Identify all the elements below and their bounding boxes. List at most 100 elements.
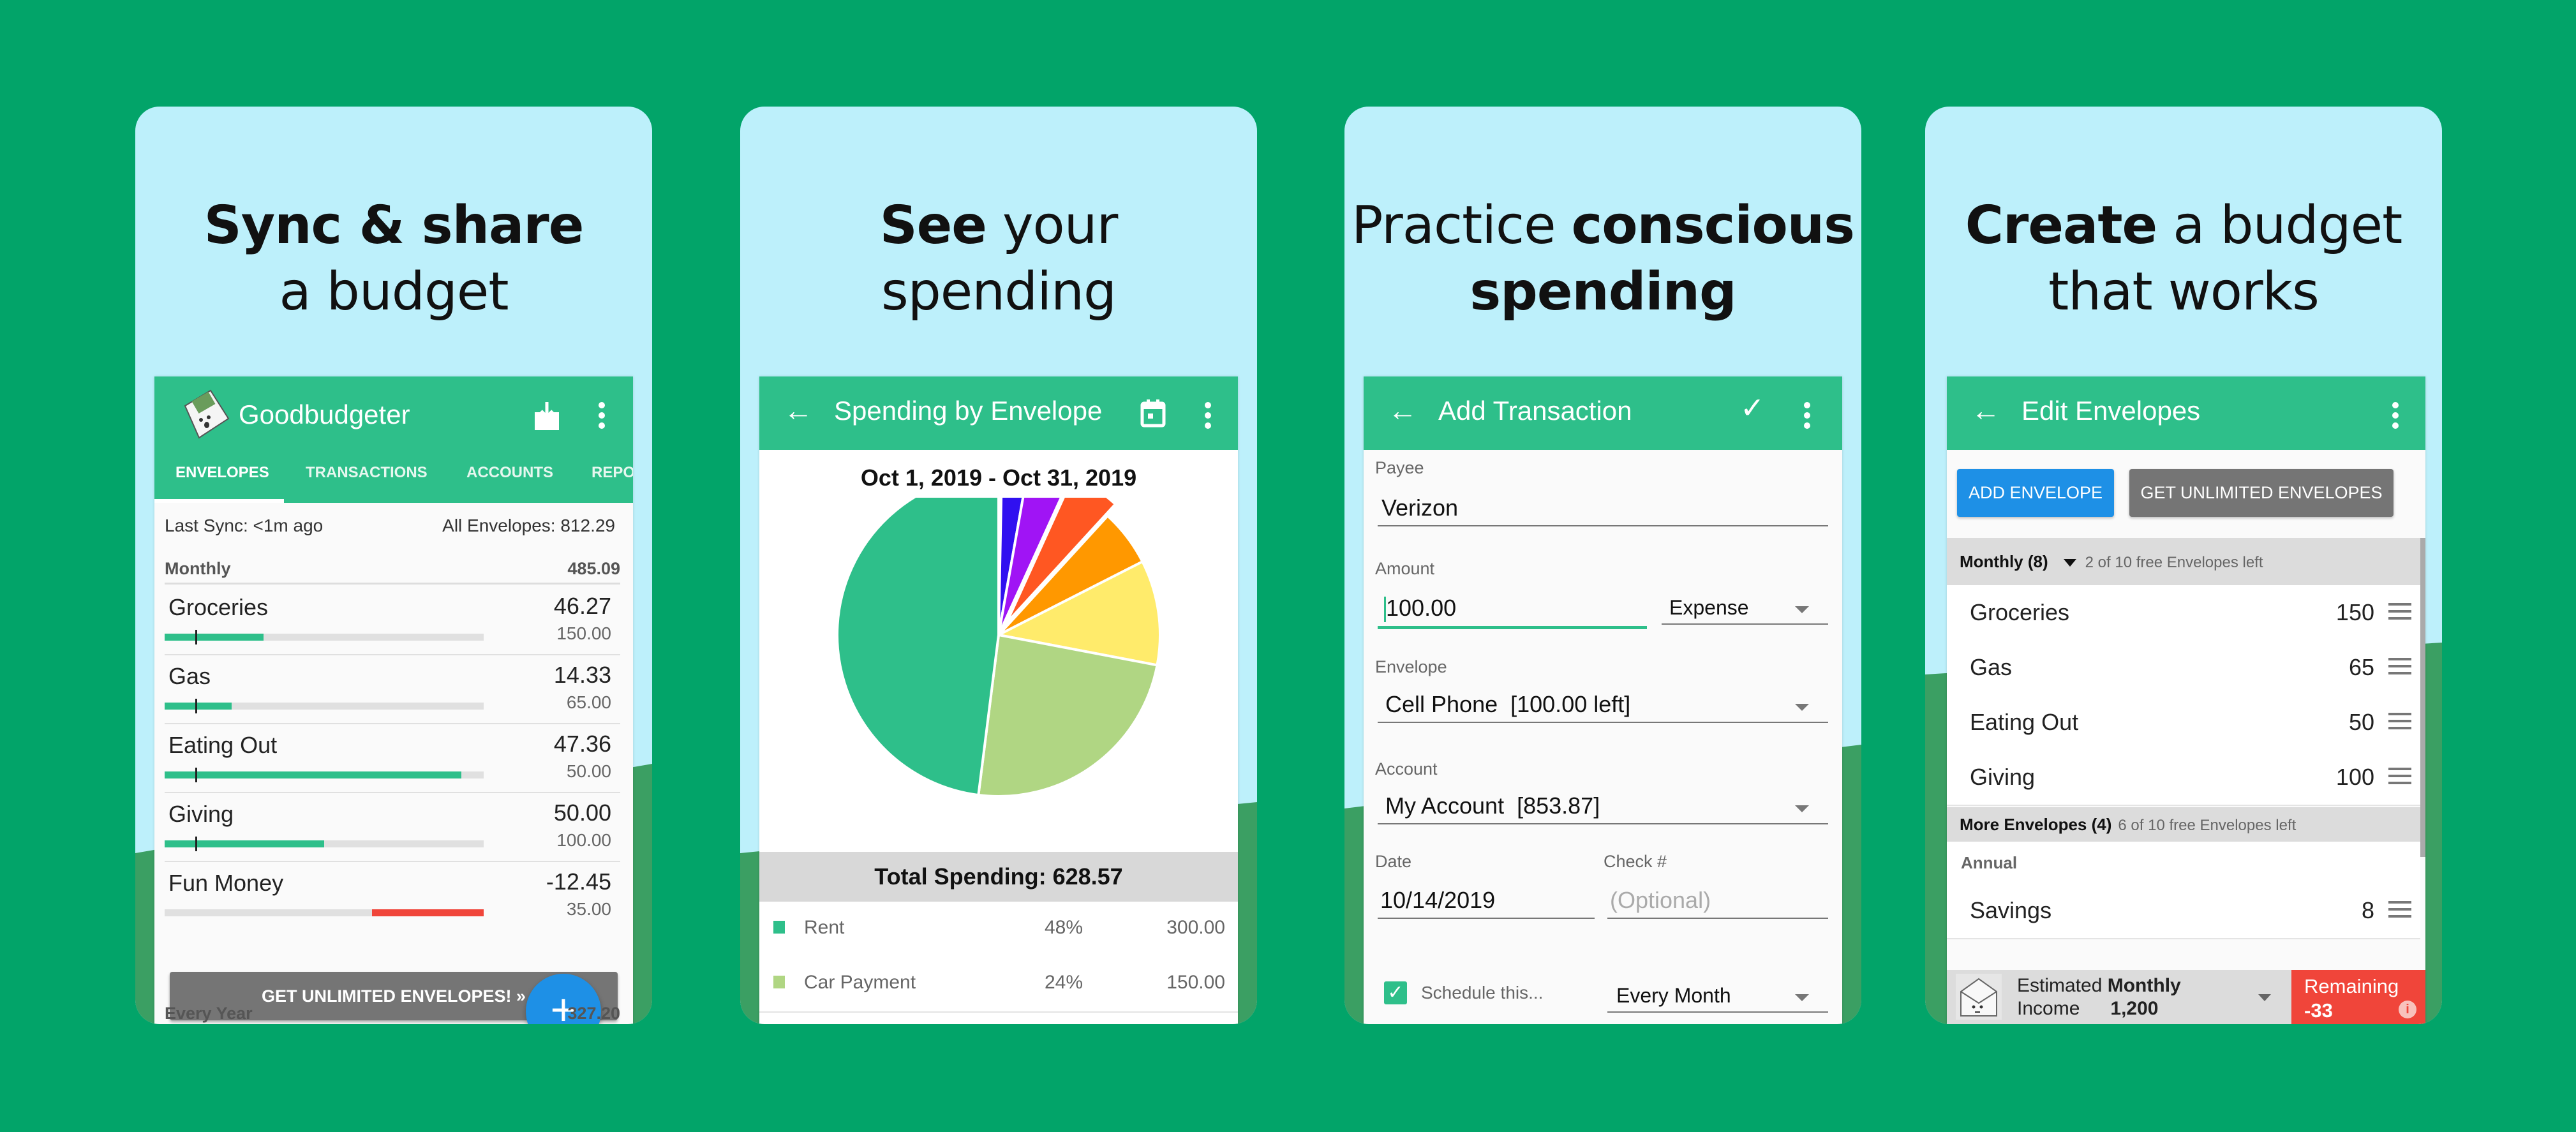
- date-input[interactable]: 10/14/2019: [1378, 887, 1595, 919]
- income-period-dropdown-icon[interactable]: [2258, 994, 2271, 1001]
- envelope-amount[interactable]: 100: [2336, 764, 2374, 791]
- payee-input[interactable]: Verizon: [1378, 495, 1828, 526]
- legend-percent: 48%: [1045, 917, 1083, 938]
- progress-fill: [165, 703, 232, 710]
- envelope-row[interactable]: Giving 50.00 100.00: [165, 792, 620, 862]
- account-select[interactable]: My Account [853.87]: [1378, 793, 1828, 824]
- envelope-amount[interactable]: 8: [2362, 897, 2374, 924]
- screen-title: Spending by Envelope: [834, 396, 1103, 426]
- date-range-label[interactable]: Oct 1, 2019 - Oct 31, 2019: [759, 465, 1238, 491]
- promo-card-sync: Sync & share a budget Goodbudgeter ENVELO…: [135, 107, 652, 1024]
- pie-slice-rent[interactable]: [836, 472, 1000, 797]
- envelope-row[interactable]: Gas 65: [1947, 640, 2420, 696]
- add-envelope-button[interactable]: ADD ENVELOPE: [1957, 469, 2114, 517]
- annual-subgroup: Annual: [1947, 842, 2420, 883]
- envelope-name: Groceries: [168, 594, 269, 620]
- envelope-row[interactable]: Gas 14.33 65.00: [165, 654, 620, 724]
- envelope-name: Gas: [1970, 654, 2013, 680]
- headline-bold: Create: [1965, 195, 2157, 256]
- envelope-progress-bar: [165, 837, 484, 851]
- transaction-type-select[interactable]: Expense: [1662, 596, 1828, 625]
- envelope-mascot-icon: [1956, 974, 2002, 1020]
- progress-fill: [165, 771, 461, 778]
- pie-chart: [836, 472, 1161, 798]
- drag-handle-icon[interactable]: [2388, 658, 2411, 679]
- envelope-amount[interactable]: 50: [2349, 709, 2374, 736]
- tab-transactions[interactable]: TRANSACTIONS: [306, 464, 428, 482]
- back-arrow-icon[interactable]: ←: [1388, 393, 1417, 428]
- period-marker: [195, 768, 197, 782]
- promo-card-transaction: Practice conscious spending ← Add Transac…: [1344, 107, 1861, 1024]
- amount-input[interactable]: 100.00: [1378, 595, 1647, 630]
- envelope-row[interactable]: Eating Out 47.36 50.00: [165, 723, 620, 793]
- more-vert-icon[interactable]: [1804, 402, 1810, 433]
- section-header-more[interactable]: More Envelopes (4) 6 of 10 free Envelopes…: [1947, 807, 2420, 842]
- legend-row[interactable]: Car Payment 24% 150.00: [759, 957, 1238, 1013]
- remaining-badge[interactable]: Remaining -33 i: [2291, 970, 2425, 1024]
- envelope-amount[interactable]: 65: [2349, 654, 2374, 681]
- envelope-name: Eating Out: [1970, 709, 2079, 735]
- envelope-row[interactable]: Groceries 150: [1947, 585, 2420, 641]
- more-vert-icon[interactable]: [599, 402, 605, 433]
- more-vert-icon[interactable]: [1205, 402, 1211, 433]
- envelope-row[interactable]: Giving 100: [1947, 750, 2420, 806]
- get-unlimited-button[interactable]: GET UNLIMITED ENVELOPES: [2129, 469, 2394, 517]
- dropdown-triangle-icon[interactable]: [2063, 559, 2076, 567]
- app-bar: Goodbudgeter: [154, 376, 633, 450]
- envelope-name: Fun Money: [168, 870, 284, 896]
- dropdown-caret-icon: [1795, 805, 1809, 812]
- legend-percent: 24%: [1045, 972, 1083, 993]
- envelope-amount[interactable]: 150: [2336, 599, 2374, 626]
- drag-handle-icon[interactable]: [2388, 901, 2411, 922]
- check-number-input[interactable]: (Optional): [1607, 887, 1828, 919]
- tab-bar: ENVELOPES TRANSACTIONS ACCOUNTS REPO: [154, 450, 633, 503]
- repeat-select[interactable]: Every Month: [1607, 984, 1828, 1013]
- active-tab-indicator: [154, 499, 284, 503]
- back-arrow-icon[interactable]: ←: [784, 393, 813, 428]
- period-marker: [195, 837, 197, 851]
- headline-bold: See: [879, 195, 987, 256]
- info-icon[interactable]: i: [2399, 1001, 2416, 1018]
- progress-fill: [165, 634, 264, 641]
- promo-card-spending: See your spending ← Spending by Envelope …: [740, 107, 1257, 1024]
- envelope-row[interactable]: Savings 8: [1947, 883, 2420, 939]
- tab-reports[interactable]: REPO: [592, 464, 633, 482]
- tab-accounts[interactable]: ACCOUNTS: [466, 464, 553, 482]
- screen-title: Edit Envelopes: [2021, 396, 2201, 426]
- income-footer[interactable]: Estimated Monthly Income 1,200 Remaining …: [1947, 970, 2425, 1024]
- estimated-label: Estimated Monthly: [2017, 975, 2181, 996]
- envelope-name: Savings: [1970, 897, 2052, 923]
- drag-handle-icon[interactable]: [2388, 768, 2411, 789]
- scrollbar[interactable]: [2420, 538, 2425, 857]
- group-header-monthly[interactable]: Monthly 485.09: [165, 559, 620, 585]
- sync-status-row: Last Sync: <1m ago All Envelopes: 812.29: [165, 516, 615, 536]
- phone-screen-report: ← Spending by Envelope Oct 1, 2019 - Oct…: [759, 376, 1238, 1024]
- all-envelopes-total: All Envelopes: 812.29: [442, 516, 615, 535]
- envelope-name: Giving: [1970, 764, 2036, 790]
- headline-bold: spending: [1470, 262, 1736, 322]
- download-inbox-icon[interactable]: [532, 399, 562, 431]
- total-spending: Total Spending: 628.57: [759, 852, 1238, 902]
- envelope-row[interactable]: Groceries 46.27 150.00: [165, 585, 620, 655]
- legend-row[interactable]: Rent 48% 300.00: [759, 902, 1238, 958]
- envelope-row[interactable]: Fun Money -12.45 35.00: [165, 861, 620, 930]
- envelope-row[interactable]: Eating Out 50: [1947, 695, 2420, 751]
- check-icon[interactable]: ✓: [1740, 391, 1765, 425]
- headline: Sync & share a budget: [204, 195, 584, 322]
- envelope-budget: 65.00: [566, 692, 611, 712]
- drag-handle-icon[interactable]: [2388, 603, 2411, 624]
- calendar-icon[interactable]: [1140, 398, 1166, 428]
- tab-envelopes[interactable]: ENVELOPES: [175, 464, 269, 482]
- envelope-balance: 47.36: [553, 731, 611, 757]
- section-header-monthly[interactable]: Monthly (8) 2 of 10 free Envelopes left: [1947, 538, 2420, 585]
- back-arrow-icon[interactable]: ←: [1971, 393, 2000, 428]
- group-header-every-year[interactable]: Every Year 327.20: [165, 1004, 620, 1024]
- envelope-name: Gas: [168, 663, 211, 689]
- drag-handle-icon[interactable]: [2388, 713, 2411, 734]
- pie-slice-car-payment[interactable]: [977, 633, 1159, 798]
- legend-swatch: [773, 921, 785, 934]
- envelope-name: Groceries: [1970, 599, 2070, 625]
- schedule-checkbox[interactable]: ✓: [1384, 981, 1407, 1004]
- more-vert-icon[interactable]: [2392, 402, 2399, 433]
- envelope-select[interactable]: Cell Phone [100.00 left]: [1378, 691, 1828, 723]
